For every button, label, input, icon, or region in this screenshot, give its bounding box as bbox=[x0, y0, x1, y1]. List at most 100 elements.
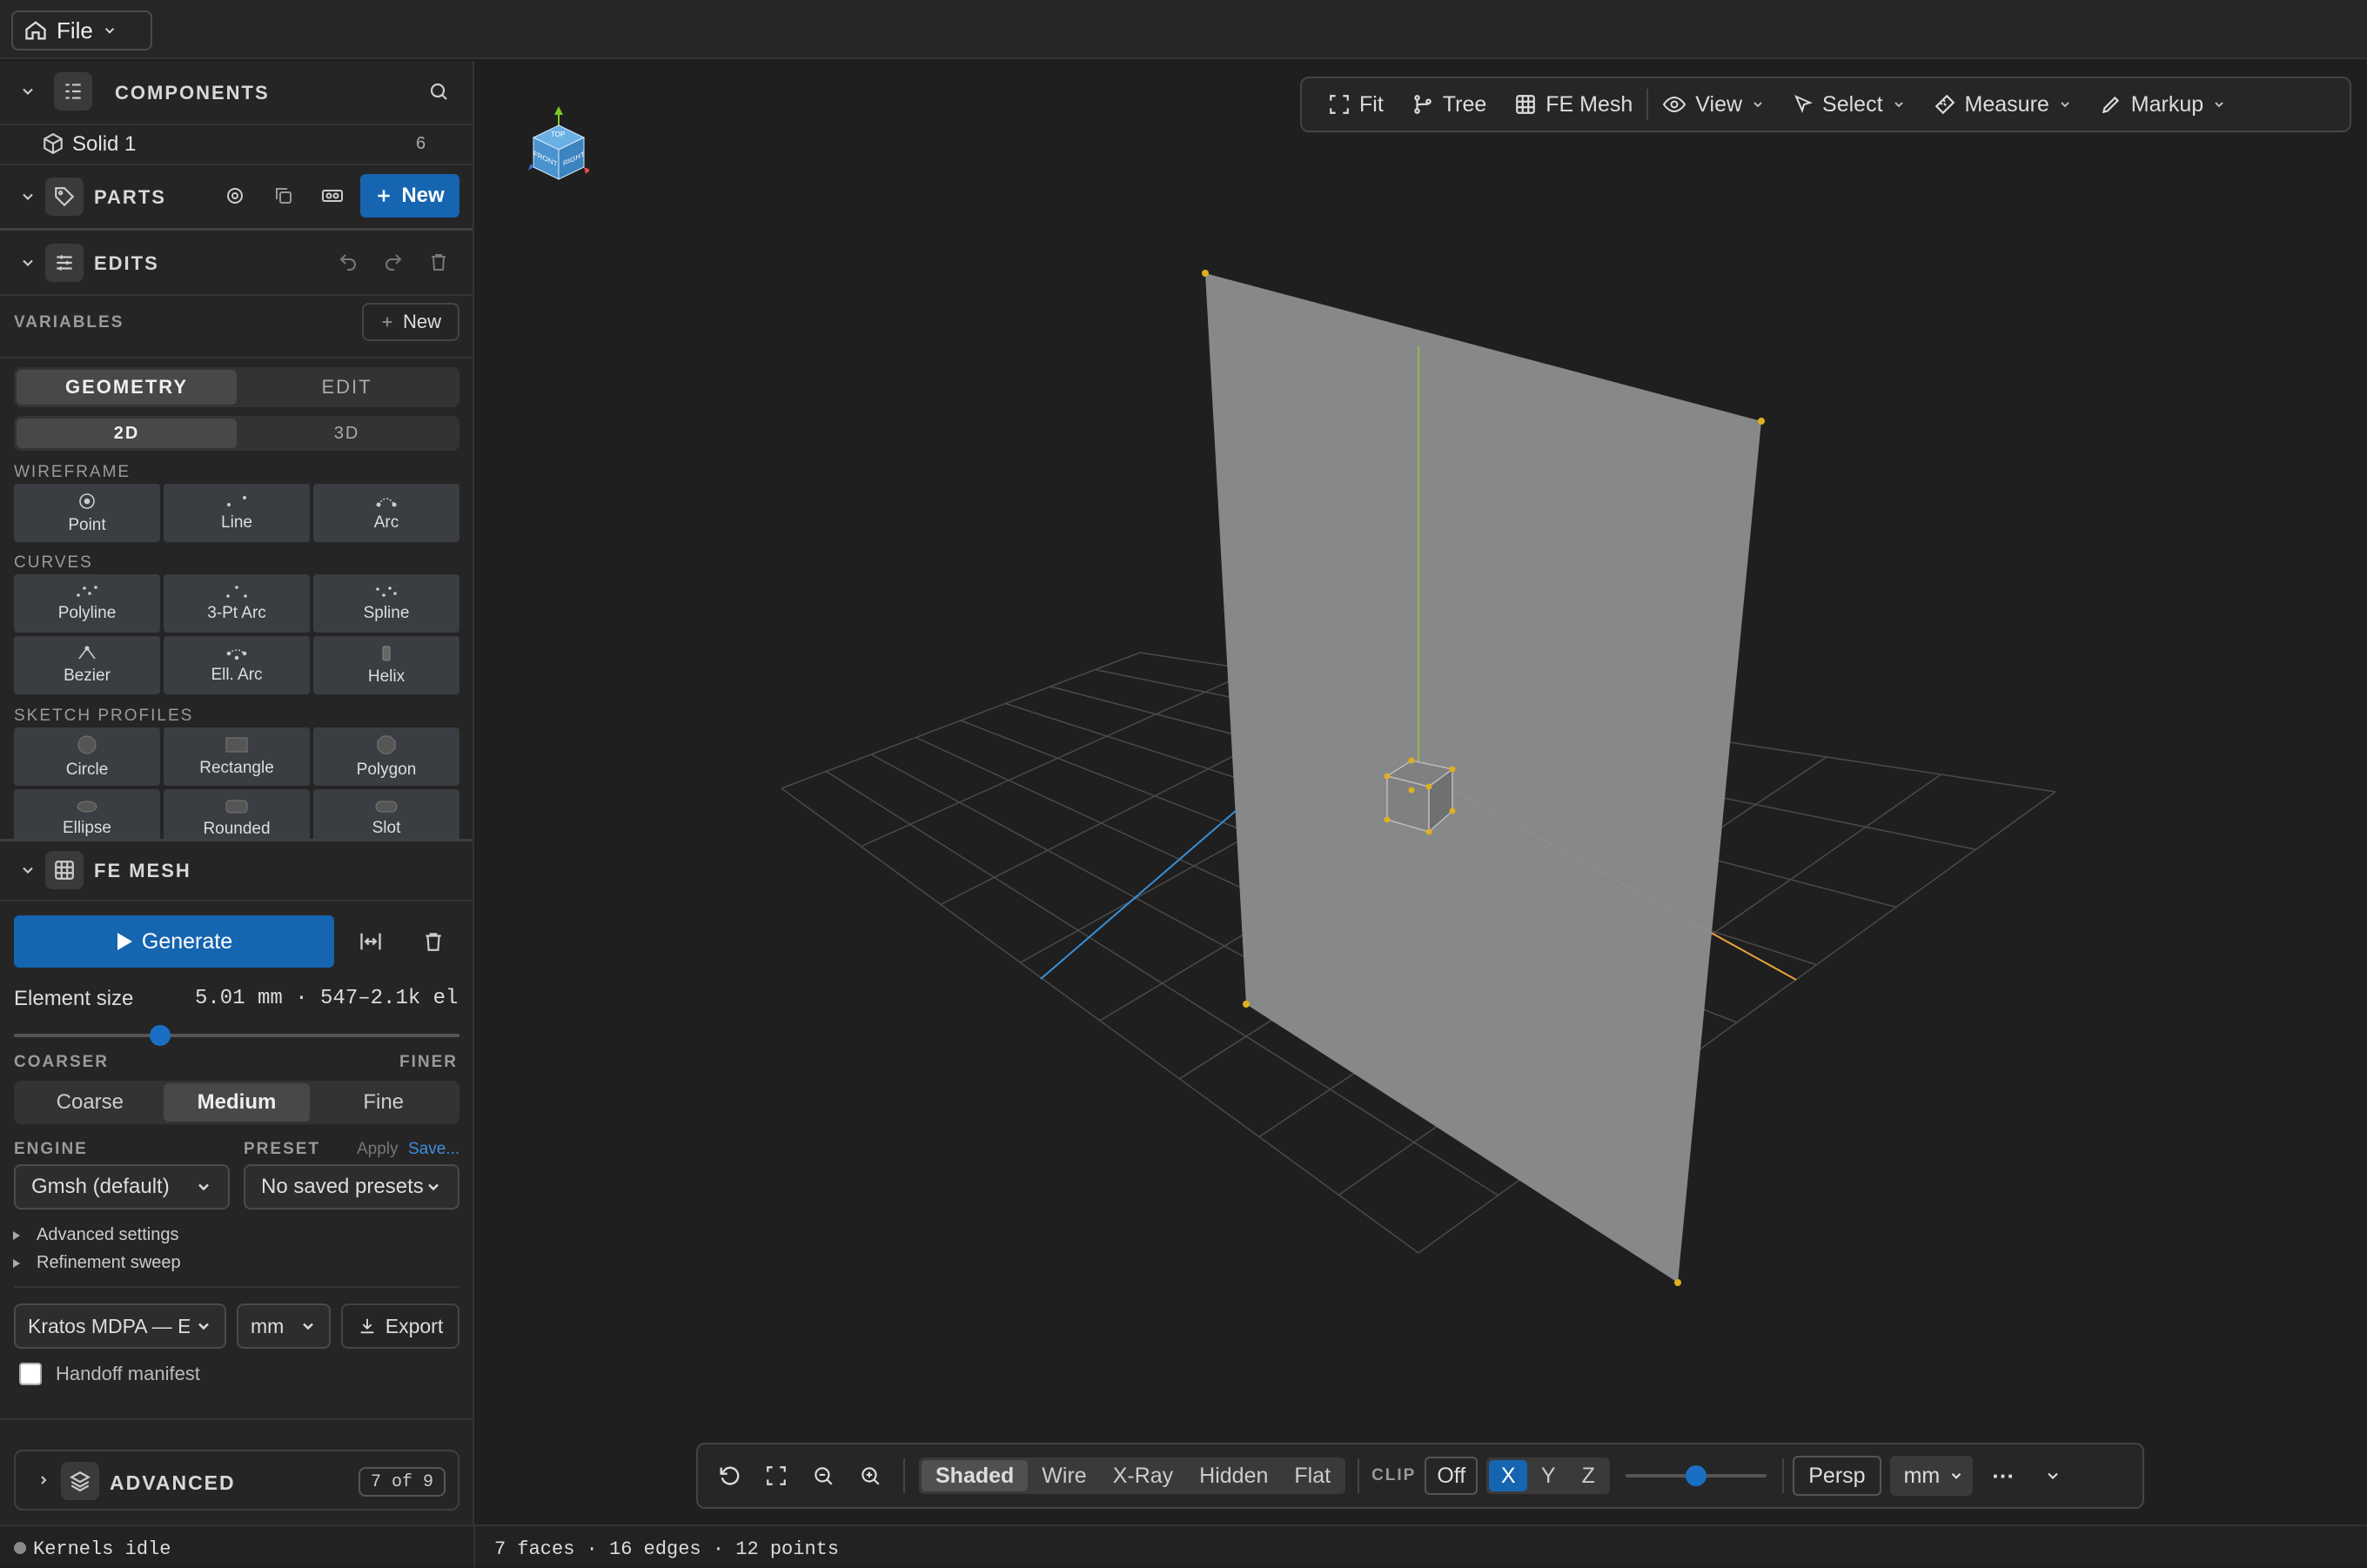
clip-off-button[interactable]: Off bbox=[1425, 1457, 1479, 1495]
render-mode-hidden[interactable]: Hidden bbox=[1187, 1460, 1280, 1491]
chevron-down-icon bbox=[2044, 1467, 2062, 1484]
trash-icon[interactable] bbox=[418, 926, 449, 957]
density-fine[interactable]: Fine bbox=[310, 1083, 457, 1122]
collapse-toolbar-button[interactable] bbox=[2034, 1467, 2072, 1484]
clip-plane-slider[interactable] bbox=[1626, 1464, 1767, 1487]
dimension-tabs: 2D 3D bbox=[14, 416, 459, 451]
group-icon[interactable] bbox=[317, 180, 348, 211]
search-icon[interactable] bbox=[423, 76, 454, 107]
tool-ell-arc[interactable]: Ell. Arc bbox=[164, 636, 310, 694]
export-button[interactable]: Export bbox=[341, 1303, 459, 1349]
select-menu-button[interactable]: Select bbox=[1779, 78, 1919, 131]
zoom-in-button[interactable] bbox=[851, 1457, 889, 1495]
export-format-select[interactable]: Kratos MDPA — El bbox=[14, 1303, 226, 1349]
preset-select[interactable]: No saved presets bbox=[244, 1164, 459, 1210]
fit-button[interactable]: Fit bbox=[1314, 78, 1398, 131]
density-coarse[interactable]: Coarse bbox=[17, 1083, 164, 1122]
target-icon[interactable] bbox=[219, 180, 251, 211]
view-cube[interactable]: TOP FRONT RIGHT bbox=[528, 106, 589, 184]
file-menu-button[interactable]: File bbox=[11, 10, 152, 50]
generate-mesh-button[interactable]: Generate bbox=[14, 915, 334, 968]
render-mode-wire[interactable]: Wire bbox=[1029, 1460, 1098, 1491]
mesh-grid-icon bbox=[1514, 93, 1537, 116]
plus-icon bbox=[380, 315, 394, 329]
reset-view-button[interactable] bbox=[710, 1457, 748, 1495]
view-menu-button[interactable]: View bbox=[1648, 78, 1779, 131]
trash-icon[interactable] bbox=[423, 246, 454, 278]
tool-label: Arc bbox=[373, 513, 399, 532]
slider-thumb[interactable] bbox=[1686, 1465, 1707, 1486]
save-preset-link[interactable]: Save... bbox=[408, 1140, 459, 1159]
eye-icon bbox=[1662, 94, 1686, 115]
advanced-section[interactable]: ADVANCED 7 of 9 bbox=[14, 1450, 459, 1511]
density-medium[interactable]: Medium bbox=[163, 1083, 311, 1122]
tool-rectangle[interactable]: Rectangle bbox=[164, 727, 310, 786]
wireframe-tools: Point Line Arc bbox=[14, 484, 459, 542]
tool-polyline[interactable]: Polyline bbox=[14, 574, 160, 633]
chevron-down-icon bbox=[2212, 97, 2226, 111]
tool-arc[interactable]: Arc bbox=[313, 484, 459, 542]
tree-item-solid[interactable]: Solid 1 6 bbox=[0, 125, 473, 162]
advanced-settings-disclosure[interactable]: Advanced settings bbox=[12, 1225, 178, 1245]
clip-axis-x[interactable]: X bbox=[1489, 1460, 1528, 1491]
three-point-arc-icon bbox=[225, 585, 248, 599]
collapse-chevron-icon[interactable] bbox=[19, 254, 37, 271]
clip-axis-z[interactable]: Z bbox=[1569, 1460, 1607, 1491]
new-part-button[interactable]: New bbox=[360, 174, 459, 218]
tab-edit[interactable]: EDIT bbox=[237, 370, 457, 405]
tree-button[interactable]: Tree bbox=[1398, 78, 1500, 131]
export-unit-select[interactable]: mm bbox=[237, 1303, 331, 1349]
generate-label: Generate bbox=[141, 928, 233, 954]
preset-label: PRESET bbox=[244, 1140, 321, 1158]
tab-3d[interactable]: 3D bbox=[237, 419, 457, 448]
engine-select[interactable]: Gmsh (default) bbox=[14, 1164, 230, 1210]
tab-2d[interactable]: 2D bbox=[17, 419, 237, 448]
markup-menu-button[interactable]: Markup bbox=[2086, 78, 2240, 131]
tool-spline[interactable]: Spline bbox=[313, 574, 459, 633]
tool-point[interactable]: Point bbox=[14, 484, 160, 542]
tag-icon bbox=[45, 178, 84, 216]
fe-mesh-button[interactable]: FE Mesh bbox=[1500, 78, 1646, 131]
element-size-slider[interactable] bbox=[14, 1025, 459, 1046]
redo-icon[interactable] bbox=[378, 246, 409, 278]
tree-item-count: 6 bbox=[416, 134, 426, 153]
tool-3pt-arc[interactable]: 3-Pt Arc bbox=[164, 574, 310, 633]
curves-label: CURVES bbox=[14, 553, 93, 572]
unit-select[interactable]: mm bbox=[1889, 1456, 1974, 1496]
tool-line[interactable]: Line bbox=[164, 484, 310, 542]
collapse-chevron-icon[interactable] bbox=[19, 861, 37, 879]
engine-label: ENGINE bbox=[14, 1140, 88, 1158]
copy-icon[interactable] bbox=[268, 180, 299, 211]
zoom-out-icon bbox=[812, 1464, 835, 1487]
slider-thumb[interactable] bbox=[150, 1025, 171, 1046]
new-variable-button[interactable]: New bbox=[362, 303, 459, 341]
tool-circle[interactable]: Circle bbox=[14, 727, 160, 786]
apply-preset-link[interactable]: Apply bbox=[357, 1140, 399, 1159]
fit-icon bbox=[1328, 93, 1351, 116]
view-cube-top[interactable]: TOP bbox=[551, 131, 565, 138]
clip-axis-y[interactable]: Y bbox=[1529, 1460, 1567, 1491]
refinement-sweep-disclosure[interactable]: Refinement sweep bbox=[12, 1253, 181, 1273]
fe-mesh-label: FE Mesh bbox=[1546, 91, 1633, 117]
3d-viewport[interactable]: TOP FRONT RIGHT bbox=[476, 61, 2367, 1524]
collapse-chevron-icon[interactable] bbox=[19, 83, 37, 100]
tool-helix[interactable]: Helix bbox=[313, 636, 459, 694]
render-mode-flat[interactable]: Flat bbox=[1282, 1460, 1343, 1491]
more-options-button[interactable]: ··· bbox=[1981, 1463, 2025, 1490]
zoom-fit-button[interactable] bbox=[757, 1457, 795, 1495]
projection-toggle[interactable]: Persp bbox=[1793, 1456, 1881, 1496]
handoff-manifest-checkbox[interactable] bbox=[19, 1363, 42, 1385]
undo-icon[interactable] bbox=[332, 246, 364, 278]
tab-geometry[interactable]: GEOMETRY bbox=[17, 370, 237, 405]
tool-label: Rounded bbox=[203, 819, 271, 838]
zoom-out-button[interactable] bbox=[804, 1457, 842, 1495]
collapse-chevron-icon[interactable] bbox=[19, 188, 37, 205]
render-mode-xray[interactable]: X-Ray bbox=[1101, 1460, 1185, 1491]
fit-width-icon[interactable] bbox=[355, 926, 386, 957]
measure-menu-button[interactable]: Measure bbox=[1920, 78, 2086, 131]
render-mode-shaded[interactable]: Shaded bbox=[922, 1460, 1029, 1491]
viewport-canvas[interactable] bbox=[476, 61, 2367, 1524]
tool-polygon[interactable]: Polygon bbox=[313, 727, 459, 786]
tool-bezier[interactable]: Bezier bbox=[14, 636, 160, 694]
surface-face[interactable] bbox=[1205, 273, 1761, 1283]
